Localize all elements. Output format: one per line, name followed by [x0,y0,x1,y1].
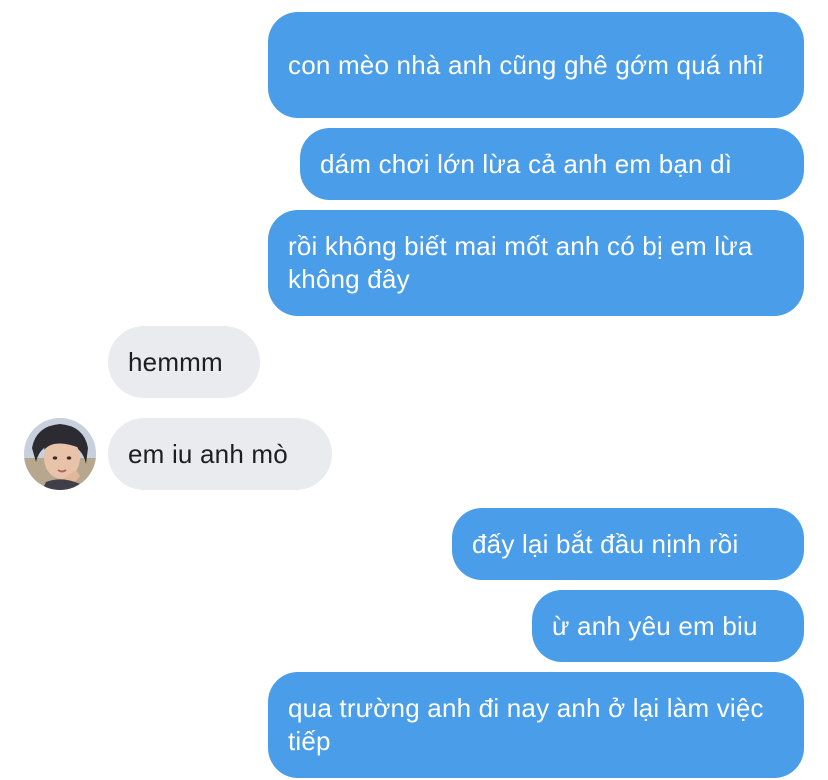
message-text: ừ anh yêu em biu [552,610,758,641]
message-bubble-incoming[interactable]: em iu anh mò [108,418,332,490]
message-text: em iu anh mò [128,438,288,469]
message-bubble-outgoing[interactable]: dám chơi lớn lừa cả anh em bạn dì [300,128,804,200]
message-text: con mèo nhà anh cũng ghê gớm quá nhỉ [288,49,764,80]
message-bubble-incoming[interactable]: hemmm [108,326,260,398]
message-bubble-outgoing[interactable]: qua trường anh đi nay anh ở lại làm việc… [268,672,804,778]
message-text: rồi không biết mai mốt anh có bị em lừa … [288,231,753,294]
message-bubble-outgoing[interactable]: rồi không biết mai mốt anh có bị em lừa … [268,210,804,316]
message-bubble-outgoing[interactable]: con mèo nhà anh cũng ghê gớm quá nhỉ [268,12,804,118]
message-text: hemmm [128,346,223,377]
contact-avatar[interactable] [24,418,96,490]
message-text: qua trường anh đi nay anh ở lại làm việc… [288,693,764,756]
message-bubble-outgoing[interactable]: đấy lại bắt đầu nịnh rồi [452,508,804,580]
message-bubble-outgoing[interactable]: ừ anh yêu em biu [532,590,804,662]
avatar-photo-icon [24,418,96,490]
message-text: dám chơi lớn lừa cả anh em bạn dì [320,148,733,179]
message-text: đấy lại bắt đầu nịnh rồi [472,528,739,559]
